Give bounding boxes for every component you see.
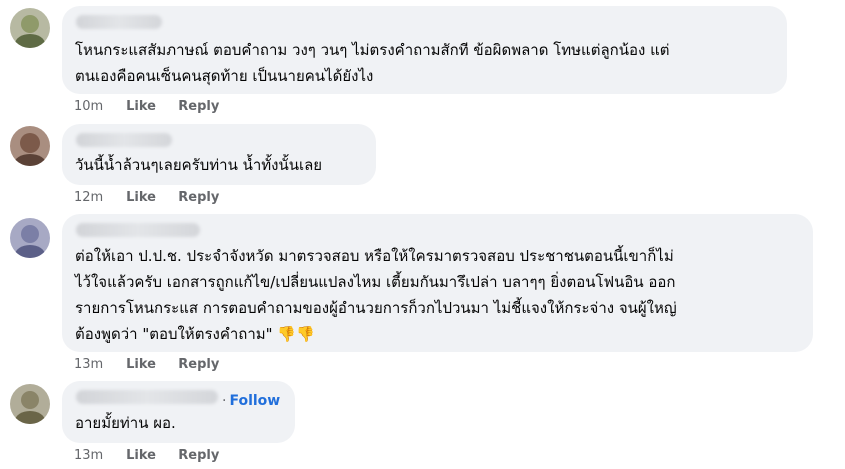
like-button[interactable]: Like bbox=[126, 357, 174, 372]
author-name[interactable] bbox=[76, 390, 218, 404]
author-name[interactable] bbox=[76, 223, 200, 237]
like-button[interactable]: Like bbox=[126, 99, 174, 114]
comment-bubble: โหนกระแสสัมภาษณ์ ตอบคำถาม วงๆ วนๆ ไม่ตรง… bbox=[62, 6, 787, 94]
like-button[interactable]: Like bbox=[126, 448, 174, 463]
author-name[interactable] bbox=[76, 15, 162, 29]
comment-bubble: ต่อให้เอา ป.ป.ช. ประจำจังหวัด มาตรวจสอบ … bbox=[62, 214, 813, 352]
timestamp[interactable]: 13m bbox=[74, 357, 122, 372]
comment-bubble: · Follow อายมั้ยท่าน ผอ. bbox=[62, 381, 295, 443]
comment-line: รายการโหนกระแส การตอบคำถามของผู้อำนวยการ… bbox=[75, 299, 677, 317]
comment-line: ต้องพูดว่า "ตอบให้ตรงคำถาม" 👎👎 bbox=[75, 321, 677, 347]
avatar[interactable] bbox=[10, 8, 50, 48]
comment-text: ต่อให้เอา ป.ป.ช. ประจำจังหวัด มาตรวจสอบ … bbox=[75, 243, 677, 347]
reply-button[interactable]: Reply bbox=[178, 448, 219, 463]
comment-line: ตนเองคือคนเซ็นคนสุดท้าย เป็นนายคนได้ยังไ… bbox=[75, 67, 374, 85]
author-name[interactable] bbox=[76, 133, 172, 147]
comment-actions: 13m Like Reply bbox=[74, 448, 219, 463]
reply-button[interactable]: Reply bbox=[178, 99, 219, 114]
reply-button[interactable]: Reply bbox=[178, 190, 219, 205]
comment-text: อายมั้ยท่าน ผอ. bbox=[75, 410, 176, 436]
comment-line: วันนี้น้ำล้วนๆเลยครับท่าน น้ำทั้งนั้นเลย bbox=[75, 156, 323, 174]
comment-actions: 13m Like Reply bbox=[74, 357, 219, 372]
avatar[interactable] bbox=[10, 384, 50, 424]
comment-line: ไว้ใจแล้วครับ เอกสารถูกแก้ไข/เปลี่ยนแปลง… bbox=[75, 273, 676, 291]
follow-button[interactable]: · Follow bbox=[222, 393, 280, 409]
comment-line: ต่อให้เอา ป.ป.ช. ประจำจังหวัด มาตรวจสอบ … bbox=[75, 247, 674, 265]
reply-button[interactable]: Reply bbox=[178, 357, 219, 372]
follow-label: Follow bbox=[229, 393, 281, 409]
comment-actions: 12m Like Reply bbox=[74, 190, 219, 205]
avatar[interactable] bbox=[10, 218, 50, 258]
comment-text: โหนกระแสสัมภาษณ์ ตอบคำถาม วงๆ วนๆ ไม่ตรง… bbox=[75, 37, 670, 89]
comment-line: โหนกระแสสัมภาษณ์ ตอบคำถาม วงๆ วนๆ ไม่ตรง… bbox=[75, 41, 670, 59]
timestamp[interactable]: 10m bbox=[74, 99, 122, 114]
comment-bubble: วันนี้น้ำล้วนๆเลยครับท่าน น้ำทั้งนั้นเลย bbox=[62, 124, 376, 185]
like-button[interactable]: Like bbox=[126, 190, 174, 205]
thumbs-down-emoji-icon: 👎👎 bbox=[277, 325, 315, 343]
comment-actions: 10m Like Reply bbox=[74, 99, 219, 114]
separator-dot: · bbox=[222, 393, 227, 409]
comment-line-text: ต้องพูดว่า "ตอบให้ตรงคำถาม" bbox=[75, 325, 273, 343]
comment-text: วันนี้น้ำล้วนๆเลยครับท่าน น้ำทั้งนั้นเลย bbox=[75, 152, 322, 178]
timestamp[interactable]: 12m bbox=[74, 190, 122, 205]
comment-line: อายมั้ยท่าน ผอ. bbox=[75, 414, 176, 432]
timestamp[interactable]: 13m bbox=[74, 448, 122, 463]
avatar[interactable] bbox=[10, 126, 50, 166]
